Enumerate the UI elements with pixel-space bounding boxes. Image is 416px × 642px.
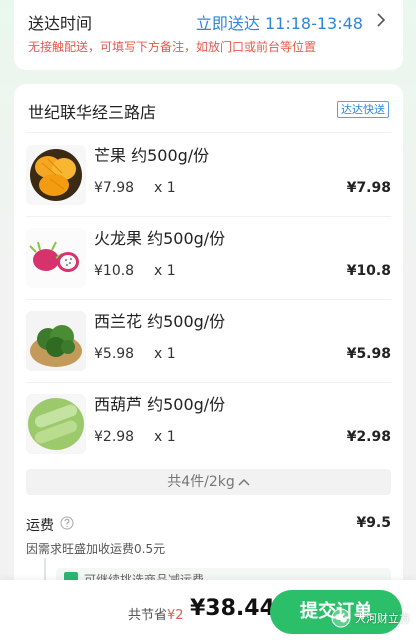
item-summary-toggle[interactable]: 共4件/2kg	[26, 469, 391, 495]
store-name: 世纪联华经三路店	[28, 103, 157, 122]
delivery-note: 无接触配送，可填写下方备注，如放门口或前台等位置	[28, 40, 317, 54]
list-item[interactable]: 西葫芦 约500g/份 ¥2.98 x 1 ¥2.98	[26, 389, 391, 459]
item-price: ¥7.98	[94, 180, 135, 196]
savings-amount: ¥2	[167, 608, 184, 623]
chevron-up-icon	[238, 478, 250, 486]
item-name: 西葫芦 约500g/份	[94, 395, 226, 414]
item-total: ¥2.98	[346, 429, 391, 445]
watermark: 大河财立方	[331, 608, 410, 628]
item-name: 火龙果 约500g/份	[94, 229, 226, 248]
wechat-logo-icon	[331, 608, 351, 628]
item-summary-text: 共4件/2kg	[167, 474, 235, 490]
delivery-service-badge: 达达快送	[337, 101, 389, 118]
item-quantity: x 1	[154, 346, 176, 362]
item-total: ¥5.98	[346, 346, 391, 362]
item-name: 芒果 约500g/份	[94, 146, 210, 165]
divider	[26, 382, 391, 383]
divider	[26, 299, 391, 300]
divider	[26, 216, 391, 217]
shipping-fee-note: 因需求旺盛加收运费0.5元	[26, 542, 166, 556]
item-name: 西兰花 约500g/份	[94, 312, 226, 331]
zucchini-image	[26, 394, 86, 454]
delivery-time-card[interactable]: 送达时间 立即送达 11:18-13:48 无接触配送，可填写下方备注，如放门口…	[14, 0, 403, 70]
delivery-title: 送达时间	[28, 14, 93, 33]
shipping-fee-value: ¥9.5	[356, 515, 391, 531]
delivery-time-value[interactable]: 立即送达 11:18-13:48	[196, 10, 363, 34]
item-quantity: x 1	[154, 263, 176, 279]
item-quantity: x 1	[154, 429, 176, 445]
item-quantity: x 1	[154, 180, 176, 196]
order-total: ¥38.44	[190, 596, 275, 621]
question-icon[interactable]	[60, 516, 74, 530]
shipping-fee-label: 运费	[26, 518, 54, 534]
item-price: ¥10.8	[94, 263, 135, 279]
savings-text: 共节省¥2	[128, 604, 184, 623]
mango-image	[26, 145, 86, 205]
divider	[26, 132, 391, 133]
list-item[interactable]: 芒果 约500g/份 ¥7.98 x 1 ¥7.98	[26, 140, 391, 210]
watermark-text: 大河财立方	[355, 612, 410, 625]
dragon-fruit-image	[26, 228, 86, 288]
broccoli-image	[26, 311, 86, 371]
item-price: ¥2.98	[94, 429, 135, 445]
item-total: ¥7.98	[346, 180, 391, 196]
order-card: 世纪联华经三路店 达达快送 芒果 约500g/份 ¥7.98 x 1 ¥7.98	[14, 84, 403, 642]
checkout-bar: 共节省¥2 ¥38.44 提交订单 大河财立方	[0, 580, 416, 642]
item-price: ¥5.98	[94, 346, 135, 362]
savings-label: 共节省	[128, 608, 168, 623]
list-item[interactable]: 西兰花 约500g/份 ¥5.98 x 1 ¥5.98	[26, 306, 391, 376]
list-item[interactable]: 火龙果 约500g/份 ¥10.8 x 1 ¥10.8	[26, 223, 391, 293]
chevron-right-icon[interactable]	[373, 12, 389, 28]
item-total: ¥10.8	[346, 263, 391, 279]
